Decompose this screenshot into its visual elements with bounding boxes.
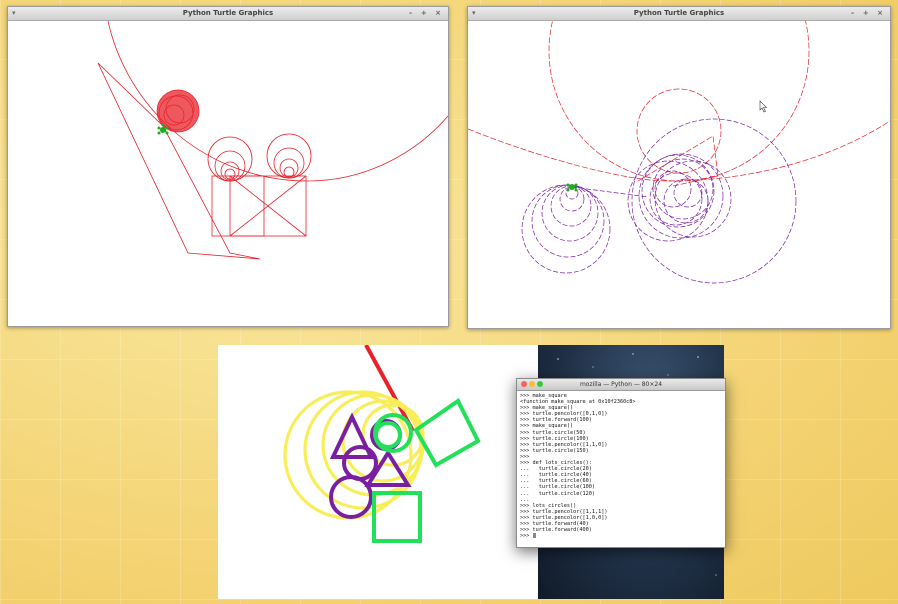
turtle-window-right: ▾ Python Turtle Graphics – + × bbox=[467, 6, 891, 329]
mouse-cursor-icon bbox=[759, 100, 768, 113]
terminal-line: >>> bbox=[520, 533, 722, 539]
terminal-title-bar[interactable]: mozilla — Python — 80×24 bbox=[517, 379, 725, 391]
zoom-button[interactable] bbox=[537, 381, 543, 387]
title-bar[interactable]: ▾ Python Turtle Graphics – + × bbox=[468, 7, 890, 21]
text-cursor bbox=[532, 533, 536, 539]
turtle-drawing bbox=[468, 21, 890, 284]
large-dashed-circle bbox=[548, 21, 810, 182]
window-title: Python Turtle Graphics bbox=[633, 9, 725, 17]
minimize-button[interactable] bbox=[529, 381, 535, 387]
terminal-output[interactable]: >>> make_square <function make_square at … bbox=[517, 391, 725, 541]
window-title: Python Turtle Graphics bbox=[182, 9, 274, 17]
window-menu-icon[interactable]: ▾ bbox=[472, 7, 476, 20]
turtle-drawing bbox=[97, 21, 448, 260]
window-controls[interactable]: – + × bbox=[851, 7, 886, 20]
terminal-window[interactable]: mozilla — Python — 80×24 >>> make_square… bbox=[516, 378, 726, 548]
title-bar[interactable]: ▾ Python Turtle Graphics – + × bbox=[8, 7, 448, 21]
rect-left bbox=[211, 175, 265, 237]
large-arc bbox=[107, 21, 448, 182]
window-menu-icon[interactable]: ▾ bbox=[12, 7, 16, 20]
turtle-canvas bbox=[468, 21, 890, 328]
turtle-window-left: ▾ Python Turtle Graphics – + × bbox=[7, 6, 449, 327]
turtle-canvas bbox=[8, 21, 448, 326]
window-controls[interactable]: – + × bbox=[409, 7, 444, 20]
close-button[interactable] bbox=[521, 381, 527, 387]
terminal-title: mozilla — Python — 80×24 bbox=[579, 381, 663, 388]
